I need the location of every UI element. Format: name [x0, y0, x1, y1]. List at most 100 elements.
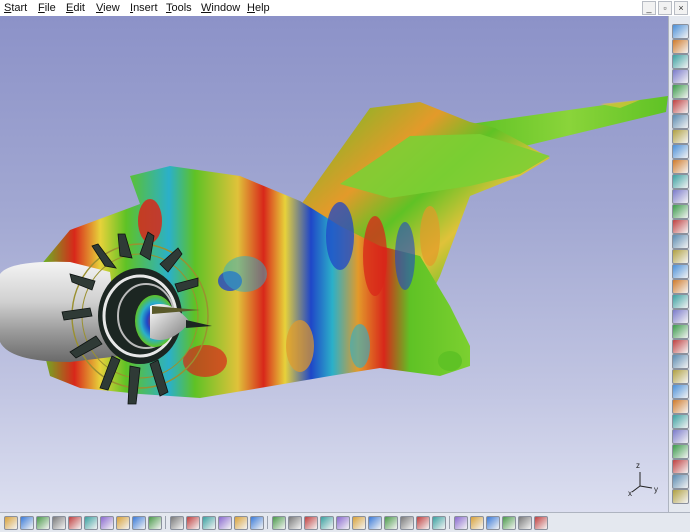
- axis-icon[interactable]: [502, 516, 516, 530]
- menu-mnemonic: W: [201, 2, 212, 14]
- hide-show-icon[interactable]: [416, 516, 430, 530]
- fit-icon[interactable]: [672, 99, 689, 114]
- menu-mnemonic: F: [38, 2, 45, 14]
- menu-item-tools[interactable]: Tools: [166, 2, 192, 14]
- analysis-icon[interactable]: [672, 219, 689, 234]
- axis-label-x: x: [628, 489, 632, 498]
- hole-icon[interactable]: [672, 309, 689, 324]
- rotate-icon[interactable]: [672, 69, 689, 84]
- save-icon[interactable]: [36, 516, 50, 530]
- menu-item-insert[interactable]: Insert: [130, 2, 158, 14]
- material-icon[interactable]: [672, 189, 689, 204]
- rotate-icon[interactable]: [304, 516, 318, 530]
- select-icon[interactable]: [672, 39, 689, 54]
- bottom-toolbar: [0, 512, 690, 532]
- fillet-icon[interactable]: [672, 324, 689, 339]
- shading-icon[interactable]: [400, 516, 414, 530]
- window-controls: _ ▫ ×: [642, 1, 688, 15]
- menu-item-help[interactable]: Help: [247, 2, 270, 14]
- thickness-icon[interactable]: [672, 384, 689, 399]
- multi-view-icon[interactable]: [368, 516, 382, 530]
- knowledge-icon[interactable]: [234, 516, 248, 530]
- menu-label-rest: tart: [11, 2, 28, 14]
- pan-icon[interactable]: [288, 516, 302, 530]
- comment-icon[interactable]: [186, 516, 200, 530]
- menu-item-window[interactable]: Window: [201, 2, 240, 14]
- iso-view-icon[interactable]: [384, 516, 398, 530]
- mirror-icon[interactable]: [672, 429, 689, 444]
- right-toolbar: [668, 16, 690, 512]
- axis-triad: [631, 472, 653, 493]
- split-icon[interactable]: [672, 399, 689, 414]
- draft-icon[interactable]: [672, 354, 689, 369]
- menu-label-rest: elp: [254, 2, 270, 14]
- menu-label-rest: ools: [171, 2, 192, 14]
- 3d-viewport[interactable]: z x y: [0, 16, 668, 512]
- formula-icon[interactable]: [170, 516, 184, 530]
- measure-icon[interactable]: [534, 516, 548, 530]
- grid-icon[interactable]: [470, 516, 484, 530]
- axis-label-y: y: [654, 485, 658, 494]
- whats-this-icon[interactable]: [148, 516, 162, 530]
- analysis-icon[interactable]: [518, 516, 532, 530]
- swap-space-icon[interactable]: [432, 516, 446, 530]
- fly-icon[interactable]: [250, 516, 264, 530]
- menu-item-view[interactable]: View: [96, 2, 120, 14]
- axis-label-z: z: [636, 461, 640, 470]
- menu-label-rest: ile: [44, 2, 56, 14]
- table-icon[interactable]: [218, 516, 232, 530]
- restore-button[interactable]: ▫: [658, 1, 672, 15]
- undo-icon[interactable]: [116, 516, 130, 530]
- fit-all-icon[interactable]: [272, 516, 286, 530]
- render-icon[interactable]: [672, 174, 689, 189]
- zoom-out-icon[interactable]: [336, 516, 350, 530]
- toolbar-separator: [267, 516, 268, 529]
- hide-icon[interactable]: [672, 129, 689, 144]
- new-icon[interactable]: [4, 516, 18, 530]
- print-icon[interactable]: [52, 516, 66, 530]
- shaft-icon[interactable]: [672, 279, 689, 294]
- annotation-icon[interactable]: [672, 489, 689, 504]
- view-mode-icon[interactable]: [672, 159, 689, 174]
- close-button[interactable]: ×: [674, 1, 688, 15]
- redo-icon[interactable]: [132, 516, 146, 530]
- groove-icon[interactable]: [672, 294, 689, 309]
- menu-label-rest: iew: [103, 2, 120, 14]
- model-view[interactable]: z x y: [0, 16, 668, 512]
- plane-icon[interactable]: [486, 516, 500, 530]
- sketch-icon[interactable]: [672, 234, 689, 249]
- normal-view-icon[interactable]: [672, 114, 689, 129]
- menu-bar: Start File Edit View Insert Tools Window Help _…: [0, 0, 690, 17]
- boolean-icon[interactable]: [672, 459, 689, 474]
- menu-label-rest: dit: [73, 2, 85, 14]
- swap-icon[interactable]: [672, 144, 689, 159]
- menu-item-start[interactable]: Start: [4, 2, 27, 14]
- chamfer-icon[interactable]: [672, 339, 689, 354]
- pattern-icon[interactable]: [672, 414, 689, 429]
- menu-label-rest: indow: [211, 2, 241, 14]
- menu-item-file[interactable]: File: [38, 2, 56, 14]
- open-icon[interactable]: [20, 516, 34, 530]
- minimize-button[interactable]: _: [642, 1, 656, 15]
- scale-icon[interactable]: [672, 444, 689, 459]
- pad-icon[interactable]: [672, 249, 689, 264]
- menu-label-rest: nsert: [133, 2, 158, 14]
- copy-icon[interactable]: [84, 516, 98, 530]
- snap-icon[interactable]: [454, 516, 468, 530]
- pan-icon[interactable]: [672, 54, 689, 69]
- zoom-icon[interactable]: [672, 84, 689, 99]
- toolbar-separator: [449, 516, 450, 529]
- constraint-icon[interactable]: [672, 474, 689, 489]
- normal-view-icon[interactable]: [352, 516, 366, 530]
- pocket-icon[interactable]: [672, 264, 689, 279]
- audio-icon[interactable]: [672, 24, 689, 39]
- cut-icon[interactable]: [68, 516, 82, 530]
- shell-icon[interactable]: [672, 369, 689, 384]
- catalog-icon[interactable]: [202, 516, 216, 530]
- measure-icon[interactable]: [672, 204, 689, 219]
- menu-mnemonic: H: [247, 2, 255, 14]
- menu-item-edit[interactable]: Edit: [66, 2, 85, 14]
- paste-icon[interactable]: [100, 516, 114, 530]
- toolbar-separator: [165, 516, 166, 529]
- zoom-in-icon[interactable]: [320, 516, 334, 530]
